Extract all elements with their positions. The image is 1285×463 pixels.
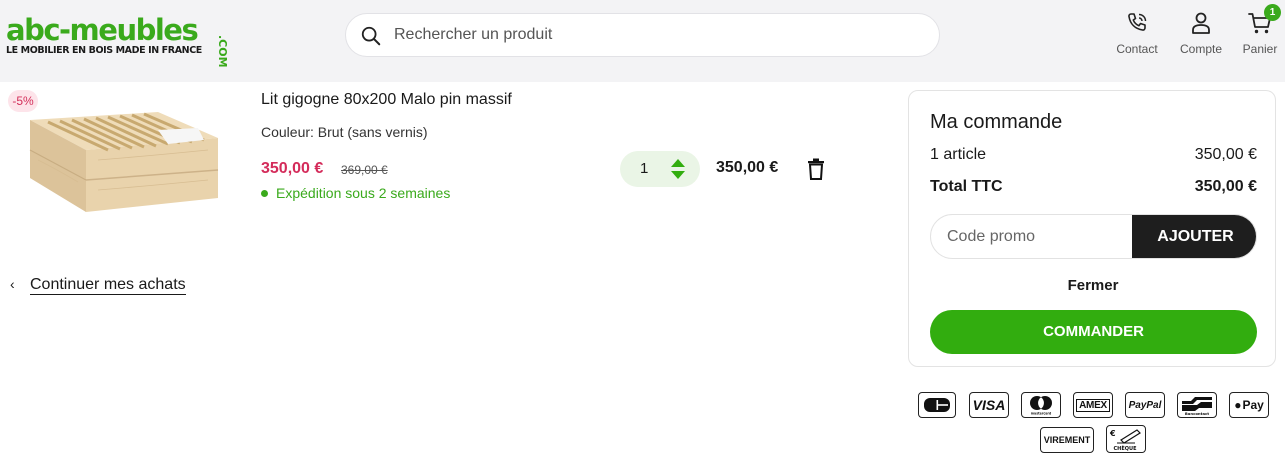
logo-tagline: LE MOBILIER EN BOIS MADE IN FRANCE: [6, 45, 202, 56]
mastercard-icon: mastercard: [1021, 392, 1061, 418]
account-label: Compte: [1179, 42, 1223, 56]
account-button[interactable]: Compte: [1174, 10, 1228, 60]
search-icon[interactable]: [360, 25, 382, 47]
logo-com: .COM: [216, 35, 229, 68]
continue-shopping-link[interactable]: ‹ Continuer mes achats: [10, 276, 186, 295]
apple-pay-label: Pay: [1242, 398, 1264, 412]
amex-label: AMEX: [1076, 398, 1110, 412]
articles-value: 350,00 €: [1194, 146, 1257, 163]
total-label: Total TTC: [930, 178, 1003, 195]
search-bar[interactable]: [345, 13, 940, 57]
site-logo[interactable]: abc-meubles LE MOBILIER EN BOIS MADE IN …: [6, 13, 229, 68]
cart-label: Panier: [1242, 42, 1278, 56]
site-header: abc-meubles LE MOBILIER EN BOIS MADE IN …: [0, 0, 1285, 82]
visa-icon: VISA: [969, 392, 1009, 418]
quantity-stepper[interactable]: 1: [620, 151, 700, 187]
discount-badge: -5%: [8, 90, 38, 112]
product-title[interactable]: Lit gigogne 80x200 Malo pin massif: [261, 91, 512, 109]
shipping-status: Expédition sous 2 semaines: [261, 185, 450, 201]
shipping-text: Expédition sous 2 semaines: [276, 185, 451, 201]
quantity-value[interactable]: 1: [640, 160, 648, 177]
contact-button[interactable]: Contact: [1110, 10, 1164, 60]
increase-arrow-icon[interactable]: [670, 158, 686, 168]
checkout-button[interactable]: COMMANDER: [930, 310, 1257, 354]
contact-label: Contact: [1116, 42, 1158, 56]
search-input[interactable]: [394, 14, 914, 56]
chevron-left-icon: ‹: [10, 276, 15, 292]
apple-logo-icon: ●: [1234, 398, 1242, 412]
cb-logo-icon: [924, 398, 950, 412]
total-value: 350,00 €: [1194, 178, 1257, 195]
cheque-label: CHÈQUE: [1114, 444, 1138, 452]
total-row: Total TTC 350,00 €: [930, 178, 1257, 196]
order-title: Ma commande: [930, 111, 1063, 133]
svg-text:€: €: [1109, 429, 1116, 438]
bank-transfer-icon: VIREMENT: [1040, 427, 1094, 453]
line-total: 350,00 €: [716, 159, 779, 176]
articles-label: 1 article: [930, 146, 987, 163]
articles-row: 1 article 350,00 €: [930, 146, 1257, 164]
continue-shopping-label: Continuer mes achats: [30, 276, 186, 295]
product-color: Couleur: Brut (sans vernis): [261, 124, 428, 140]
bancontact-icon: Bancontact: [1177, 392, 1217, 418]
price-current: 350,00 €: [261, 160, 324, 177]
cb-card-icon: [918, 392, 956, 418]
user-icon: [1192, 12, 1210, 34]
cart-count-badge: 1: [1264, 4, 1281, 21]
mastercard-label: mastercard: [1031, 412, 1052, 416]
promo-code-group: AJOUTER: [930, 214, 1257, 259]
status-dot-icon: [261, 189, 268, 197]
decrease-arrow-icon[interactable]: [670, 170, 686, 180]
price-original: 369,00 €: [341, 163, 388, 177]
product-image[interactable]: [8, 90, 240, 248]
bancontact-label: Bancontact: [1185, 411, 1209, 416]
cheque-icon: € CHÈQUE: [1106, 425, 1146, 453]
amex-icon: AMEX: [1073, 392, 1113, 418]
cart-button[interactable]: 1 Panier: [1236, 4, 1284, 60]
trash-icon[interactable]: [806, 158, 826, 180]
order-summary: Ma commande 1 article 350,00 € Total TTC…: [908, 90, 1276, 367]
logo-com-wrap: .COM: [215, 35, 229, 75]
paypal-icon: PayPal: [1125, 392, 1165, 418]
add-promo-button[interactable]: AJOUTER: [1132, 215, 1256, 258]
close-button[interactable]: Fermer: [909, 277, 1277, 294]
logo-text: abc-meubles: [6, 13, 199, 47]
phone-icon: [1128, 13, 1147, 31]
apple-pay-icon: ● Pay: [1229, 392, 1269, 418]
promo-code-input[interactable]: [931, 215, 1131, 258]
